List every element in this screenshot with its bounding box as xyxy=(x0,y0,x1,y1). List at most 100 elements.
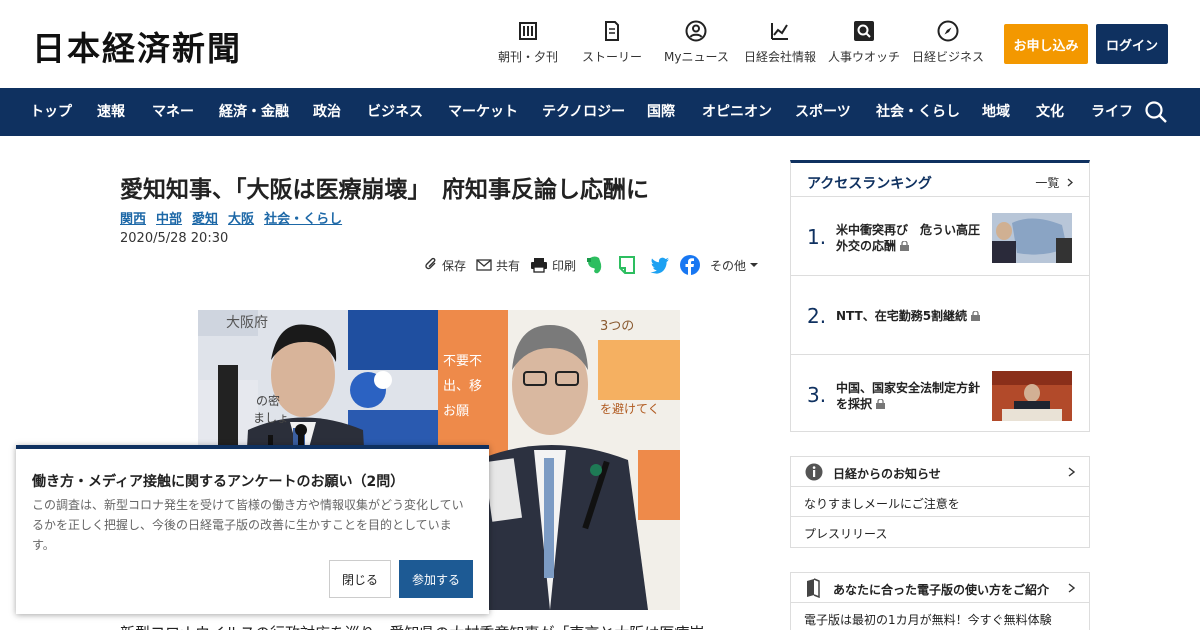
nav-item-breaking[interactable]: 速報 xyxy=(97,88,125,136)
tag-link[interactable]: 大阪 xyxy=(228,208,254,227)
nav-story[interactable]: ストーリー xyxy=(582,20,642,65)
nav-item-society[interactable]: 社会・くらし xyxy=(876,88,960,136)
caret-down-icon xyxy=(750,263,759,267)
ranking-text: NTT、在宅勤務5割継続 xyxy=(836,308,1036,324)
ranking-headline: 中国、国家安全法制定方針を採択 xyxy=(836,381,981,411)
photo-sign-fragment: お願 xyxy=(443,404,469,419)
info-icon xyxy=(805,463,823,481)
nav-label: Myニュース xyxy=(664,50,729,64)
join-survey-button[interactable]: 参加する xyxy=(399,560,473,598)
story-icon xyxy=(601,20,623,42)
print-button[interactable]: 印刷 xyxy=(530,254,576,276)
article-body-first-line: 新型コロナウイルスの行政対応を巡り、愛知県の大村秀章知事が「東京と大阪は医療崩 xyxy=(120,622,704,630)
nav-mynews[interactable]: Myニュース xyxy=(664,20,729,65)
facebook-button[interactable] xyxy=(680,254,700,276)
book-icon xyxy=(807,578,820,598)
notice-item[interactable]: なりすましメールにご注意を xyxy=(791,487,1089,517)
guide-text: 電子版は最初の1カ月が無料！今すぐ無料体験 xyxy=(804,613,1052,627)
nav-nikkei-business[interactable]: 日経ビジネス xyxy=(912,20,984,65)
nav-item-culture[interactable]: 文化 xyxy=(1036,88,1064,136)
nav-label: 日経ビジネス xyxy=(912,50,985,64)
chevron-right-icon xyxy=(1068,467,1075,477)
facebook-icon xyxy=(680,255,700,275)
nav-item-business[interactable]: ビジネス xyxy=(367,88,423,136)
ranking-headline: NTT、在宅勤務5割継続 xyxy=(836,309,968,323)
ranking-item[interactable]: 1. 米中衝突再び 危うい高圧外交の応酬 xyxy=(791,198,1089,276)
rank-number: 2. xyxy=(807,304,827,328)
ranking-thumbnail xyxy=(992,371,1072,421)
close-button[interactable]: 閉じる xyxy=(329,560,391,598)
rank-number: 3. xyxy=(807,383,827,407)
photo-sign-fragment: ましょ xyxy=(253,411,289,425)
ranking-item[interactable]: 2. NTT、在宅勤務5割継続 xyxy=(791,277,1089,355)
ranking-more-label: 一覧 xyxy=(1035,176,1060,190)
nav-item-market[interactable]: マーケット xyxy=(448,88,518,136)
print-label: 印刷 xyxy=(552,258,577,273)
mail-icon xyxy=(476,259,492,271)
site-logo[interactable]: 日本経済新聞 xyxy=(32,22,242,70)
chart-icon xyxy=(769,20,791,42)
more-label: その他 xyxy=(710,258,747,273)
nav-label: 日経会社情報 xyxy=(744,50,817,64)
nav-item-sports[interactable]: スポーツ xyxy=(795,88,851,136)
tag-link[interactable]: 中部 xyxy=(156,208,182,227)
ranking-item[interactable]: 3. 中国、国家安全法制定方針を採択 xyxy=(791,356,1089,434)
photo-sign-fragment: を避けてく xyxy=(600,402,660,416)
nav-item-politics[interactable]: 政治 xyxy=(313,88,341,136)
nav-item-world[interactable]: 国際 xyxy=(647,88,675,136)
login-button[interactable]: ログイン xyxy=(1096,24,1168,64)
nikkei-notices: 日経からのお知らせ なりすましメールにご注意を プレスリリース xyxy=(790,456,1090,548)
ranking-title: アクセスランキング xyxy=(807,176,932,192)
nav-morning-evening[interactable]: 朝刊・夕刊 xyxy=(498,20,558,65)
nav-label: ストーリー xyxy=(582,50,643,64)
nav-company-info[interactable]: 日経会社情報 xyxy=(744,20,816,65)
photo-sign-fragment: 出、移 xyxy=(443,379,482,394)
guide-item[interactable]: 電子版は最初の1カ月が無料！今すぐ無料体験 xyxy=(791,603,1089,630)
newspaper-icon xyxy=(517,20,539,42)
notice-text: なりすましメールにご注意を xyxy=(804,497,960,511)
notices-title: 日経からのお知らせ xyxy=(833,467,941,481)
bookmark-button[interactable] xyxy=(618,254,636,276)
ranking-header: アクセスランキング 一覧 xyxy=(791,163,1089,197)
search-icon[interactable] xyxy=(1144,100,1168,124)
nav-item-top[interactable]: トップ xyxy=(30,88,72,136)
twitter-button[interactable] xyxy=(650,254,670,276)
nav-item-technology[interactable]: テクノロジー xyxy=(542,88,625,136)
save-button[interactable]: 保存 xyxy=(424,254,466,276)
user-icon xyxy=(685,20,707,42)
clip-icon xyxy=(425,257,436,270)
print-icon xyxy=(531,258,547,273)
site-header: 日本経済新聞 朝刊・夕刊 ストーリー Myニュース 日経会社情報 人事ウオッチ xyxy=(0,0,1200,88)
nav-item-region[interactable]: 地域 xyxy=(982,88,1010,136)
ranking-text: 米中衝突再び 危うい高圧外交の応酬 xyxy=(836,222,986,254)
nav-item-life[interactable]: ライフ xyxy=(1091,88,1133,136)
tag-link[interactable]: 関西 xyxy=(120,208,146,227)
article-title: 愛知知事、「大阪は医療崩壊」 府知事反論し応酬に xyxy=(120,177,649,203)
ranking-more-link[interactable]: 一覧 xyxy=(1035,174,1073,191)
share-label: 共有 xyxy=(496,258,521,273)
notice-item[interactable]: プレスリリース xyxy=(791,517,1089,547)
subscribe-button[interactable]: お申し込み xyxy=(1004,24,1088,64)
nav-personnel-watch[interactable]: 人事ウオッチ xyxy=(828,20,900,65)
rank-number: 1. xyxy=(807,225,827,249)
main-nav: トップ 速報 マネー 経済・金融 政治 ビジネス マーケット テクノロジー 国際… xyxy=(0,88,1200,136)
tag-link[interactable]: 社会・くらし xyxy=(264,208,342,227)
notices-header[interactable]: 日経からのお知らせ xyxy=(791,457,1089,487)
photo-sign-fragment: の密 xyxy=(256,393,280,408)
share-button[interactable]: 共有 xyxy=(476,254,520,276)
ranking-text: 中国、国家安全法制定方針を採択 xyxy=(836,380,986,412)
nav-item-opinion[interactable]: オピニオン xyxy=(702,88,772,136)
usage-guide: あなたに合った電子版の使い方をご紹介 電子版は最初の1カ月が無料！今すぐ無料体験 xyxy=(790,572,1090,630)
lock-icon xyxy=(971,311,981,321)
guide-header[interactable]: あなたに合った電子版の使い方をご紹介 xyxy=(791,573,1089,603)
tag-link[interactable]: 愛知 xyxy=(192,208,218,227)
nav-item-money[interactable]: マネー xyxy=(152,88,194,136)
nav-item-economy[interactable]: 経済・金融 xyxy=(219,88,289,136)
more-share-button[interactable]: その他 xyxy=(710,254,759,276)
ranking-thumbnail xyxy=(992,213,1072,263)
evernote-icon xyxy=(587,256,602,274)
nav-label: 人事ウオッチ xyxy=(828,50,901,64)
article-date: 2020/5/28 20:30 xyxy=(120,231,229,246)
survey-title: 働き方・メディア接触に関するアンケートのお願い（2問） xyxy=(32,474,405,490)
evernote-button[interactable] xyxy=(586,254,604,276)
